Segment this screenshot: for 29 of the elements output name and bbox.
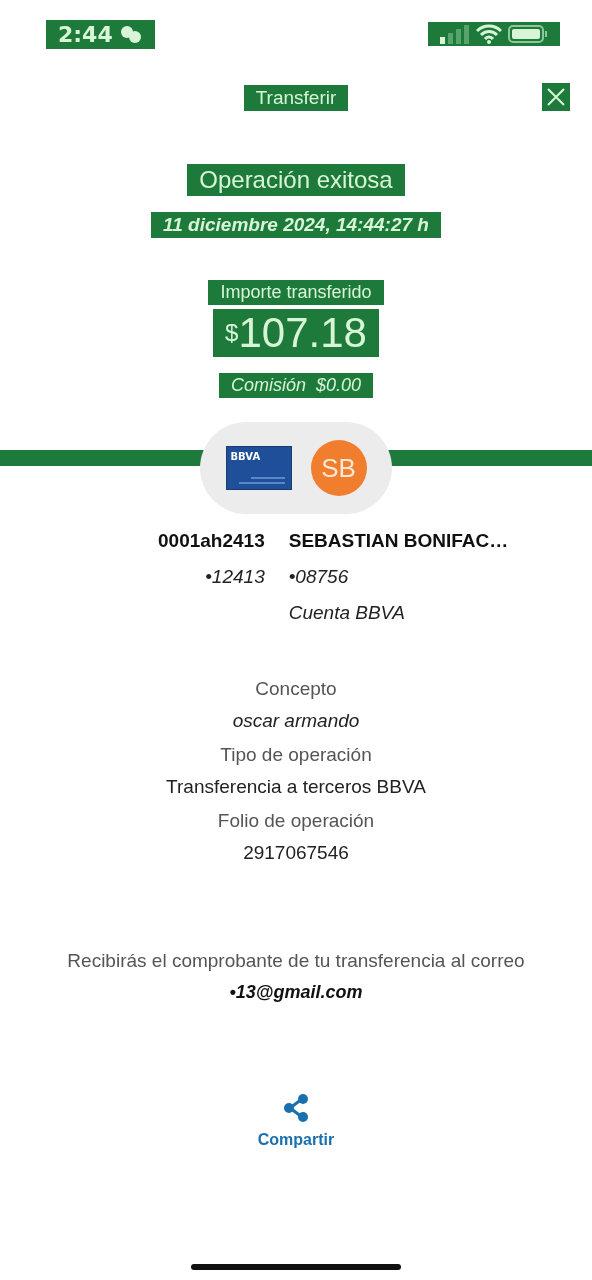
operation-datetime: 11 diciembre 2024, 14:44:27 h bbox=[151, 212, 441, 238]
fee-text: Comisión $0.00 bbox=[218, 373, 374, 399]
amount-label: Importe transferido bbox=[208, 280, 384, 305]
detail-value: oscar armando bbox=[232, 710, 360, 733]
detail-label: Concepto bbox=[255, 678, 337, 701]
signal-icon bbox=[440, 24, 470, 44]
wifi-icon bbox=[476, 24, 502, 44]
recipient-account: •08756 bbox=[288, 566, 350, 589]
origin-account: •12413 bbox=[205, 566, 265, 588]
battery-icon bbox=[508, 24, 548, 44]
detail-value: Transferencia a terceros BBVA bbox=[166, 776, 426, 799]
recipient-avatar: SB bbox=[310, 440, 367, 497]
success-title: Operación exitosa bbox=[187, 164, 405, 196]
transfer-amount: $^{$}$107.18 bbox=[213, 309, 379, 358]
recipient-name: SEBASTIAN BONIFAC… bbox=[288, 530, 509, 553]
recipient-bank: Cuenta BBVA bbox=[288, 602, 406, 625]
receipt-email: •13@gmail.com bbox=[229, 982, 363, 1004]
share-button[interactable]: Compartir bbox=[257, 1093, 335, 1150]
origin-name: 0001ah2413 bbox=[158, 530, 265, 552]
close-icon bbox=[546, 87, 566, 107]
screen-title: Transferir bbox=[243, 85, 349, 111]
share-icon bbox=[282, 1093, 310, 1124]
card-brand: BBVA bbox=[230, 451, 262, 463]
detail-label: Tipo de operación bbox=[220, 744, 372, 767]
detail-value: 2917067546 bbox=[243, 842, 349, 865]
receipt-text: Recibirás el comprobante de tu transferencia al correo bbox=[67, 950, 525, 973]
close-button[interactable] bbox=[542, 83, 570, 111]
detail-label: Folio de operación bbox=[217, 810, 375, 833]
status-time: 2:44 bbox=[46, 19, 155, 49]
